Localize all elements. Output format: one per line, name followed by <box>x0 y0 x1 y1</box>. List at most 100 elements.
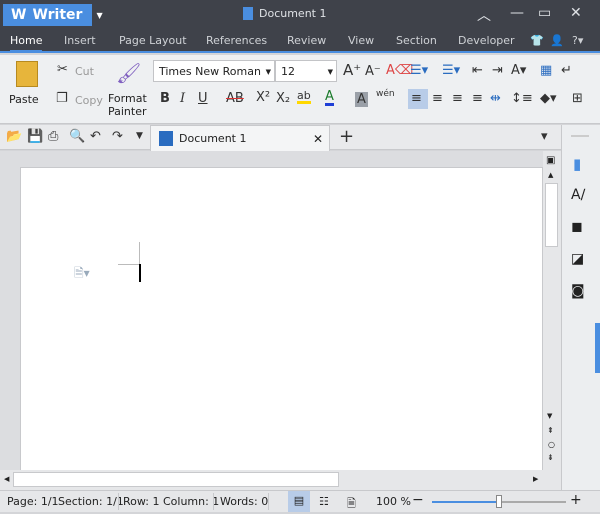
tab-view[interactable]: View <box>348 34 374 47</box>
print-icon[interactable]: ⎙ <box>48 130 58 143</box>
grip-handle[interactable] <box>571 135 589 137</box>
grow-font-icon[interactable]: A⁺ <box>343 63 361 78</box>
vertical-scrollbar[interactable]: ▣ ▲ ▼ ⇞ ○ ⇟ <box>543 151 561 471</box>
selection-icon[interactable]: ◪ <box>571 251 584 267</box>
tab-insert[interactable]: Insert <box>64 34 96 47</box>
align-center-icon[interactable]: ≡ <box>432 92 443 105</box>
zoom-level[interactable]: 100 % <box>376 495 411 508</box>
minimize-button[interactable]: — <box>510 5 524 21</box>
account-icon[interactable]: 👤 <box>550 34 564 47</box>
section-indicator[interactable]: Section: 1/1 <box>58 495 124 508</box>
tab-home[interactable]: Home <box>10 34 43 52</box>
tab-section[interactable]: Section <box>396 34 437 47</box>
customize-toolbar-icon[interactable]: ▼ <box>136 132 143 141</box>
cut-button[interactable]: Cut <box>75 65 94 78</box>
align-left-icon[interactable]: ≡ <box>408 89 428 109</box>
close-tab-icon[interactable]: ✕ <box>313 132 323 146</box>
justify-icon[interactable]: ≡ <box>472 92 483 105</box>
tab-review[interactable]: Review <box>287 34 326 47</box>
zoom-in-button[interactable]: + <box>570 492 582 508</box>
prev-page-icon[interactable]: ⇞ <box>547 426 554 435</box>
new-document-icon[interactable]: ▮ <box>573 155 581 173</box>
close-button[interactable]: ✕ <box>570 5 582 21</box>
char-shading-button[interactable]: A <box>355 92 368 107</box>
borders-icon[interactable]: ⊞ <box>572 92 583 105</box>
help-icon[interactable]: ?▾ <box>572 34 583 47</box>
document-page[interactable]: 🗎▾ <box>20 167 543 477</box>
highlight-icon[interactable]: ab <box>297 90 311 104</box>
scroll-right-icon[interactable]: ▶ <box>533 475 538 483</box>
shapes-icon[interactable]: ◼ <box>571 219 583 235</box>
tab-developer[interactable]: Developer <box>458 34 515 47</box>
italic-button[interactable]: I <box>180 92 185 105</box>
char-spacing-icon[interactable]: A▾ <box>511 64 526 77</box>
print-preview-icon[interactable]: 🔍 <box>69 130 85 143</box>
outline-view-icon[interactable]: ☷ <box>319 495 329 508</box>
phonetic-guide-button[interactable]: wén <box>376 90 395 99</box>
copy-icon[interactable]: ❐ <box>56 92 68 105</box>
increase-indent-icon[interactable]: ⇥ <box>492 64 503 77</box>
new-tab-button[interactable]: + <box>339 128 354 146</box>
undo-icon[interactable]: ↶ <box>90 130 101 143</box>
open-icon[interactable]: 📂 <box>6 130 22 143</box>
paste-button[interactable]: Paste <box>9 93 39 106</box>
zoom-slider-thumb[interactable] <box>496 495 502 508</box>
styles-icon[interactable]: A∕ <box>571 187 585 203</box>
document-title: Document 1 <box>259 7 327 20</box>
paste-icon[interactable] <box>16 61 38 87</box>
font-size-value: 12 <box>281 65 295 78</box>
font-size-select[interactable]: 12 ▼ <box>275 60 337 82</box>
next-page-icon[interactable]: ⇟ <box>547 453 554 462</box>
align-right-icon[interactable]: ≡ <box>452 92 463 105</box>
tab-list-icon[interactable]: ▾ <box>541 130 548 143</box>
paragraph-menu-icon[interactable]: 🗎▾ <box>74 264 90 285</box>
decrease-indent-icon[interactable]: ⇤ <box>472 64 483 77</box>
numbering-icon[interactable]: ☰▾ <box>442 64 460 77</box>
horizontal-scrollbar[interactable]: ◀ ▶ <box>0 470 561 490</box>
tab-references[interactable]: References <box>206 34 267 47</box>
word-count[interactable]: Words: 0 <box>220 495 268 508</box>
sidebar-expand-handle[interactable] <box>595 323 600 373</box>
skin-icon[interactable]: 👕 <box>530 34 544 47</box>
tab-page-layout[interactable]: Page Layout <box>119 34 187 47</box>
scroll-left-icon[interactable]: ◀ <box>4 475 9 483</box>
task-pane-sidebar: ▮ A∕ ◼ ◪ ◙ <box>561 125 600 490</box>
scroll-up-icon[interactable]: ▲ <box>548 171 553 179</box>
bold-button[interactable]: B <box>160 92 170 105</box>
format-painter-label-2[interactable]: Painter <box>108 105 147 118</box>
font-color-button[interactable]: A <box>325 90 334 106</box>
table-icon[interactable]: ▦ <box>540 64 552 77</box>
browse-object-icon[interactable]: ○ <box>548 440 555 449</box>
page-view-icon[interactable]: ▤ <box>288 491 310 512</box>
ruler-toggle-icon[interactable]: ▣ <box>546 155 555 166</box>
superscript-button[interactable]: X² <box>256 91 270 104</box>
maximize-button[interactable]: ▭ <box>538 5 551 21</box>
app-menu-button[interactable]: W Writer ▼ <box>3 4 103 26</box>
scroll-thumb[interactable] <box>13 472 339 487</box>
line-spacing-icon[interactable]: ↕≡ <box>511 92 533 105</box>
font-family-value: Times New Roman <box>159 65 261 78</box>
subscript-button[interactable]: X₂ <box>276 92 290 105</box>
document-tab[interactable]: Document 1 ✕ <box>150 125 330 151</box>
format-painter-label[interactable]: Format <box>108 92 147 105</box>
bullets-icon[interactable]: ☰▾ <box>410 64 428 77</box>
format-painter-icon[interactable]: 🖌 <box>116 63 141 83</box>
copy-button[interactable]: Copy <box>75 94 103 107</box>
underline-button[interactable]: U <box>198 92 208 105</box>
paragraph-mark-icon[interactable]: ↵ <box>561 64 572 77</box>
collapse-ribbon-icon[interactable]: ︿ <box>477 5 491 25</box>
backup-icon[interactable]: ◙ <box>571 283 585 299</box>
scroll-thumb[interactable] <box>545 183 558 247</box>
redo-icon[interactable]: ↷ <box>112 130 123 143</box>
scroll-down-icon[interactable]: ▼ <box>547 412 552 420</box>
shrink-font-icon[interactable]: A⁻ <box>365 65 381 78</box>
cut-icon[interactable]: ✂ <box>57 63 68 76</box>
distributed-icon[interactable]: ⇹ <box>490 92 501 105</box>
save-icon[interactable]: 💾 <box>27 130 43 143</box>
strikethrough-button[interactable]: AB <box>226 92 244 105</box>
zoom-out-button[interactable]: − <box>412 492 424 508</box>
shading-icon[interactable]: ◆▾ <box>540 92 557 105</box>
web-view-icon[interactable]: 🗎 <box>347 495 356 514</box>
page-indicator[interactable]: Page: 1/1 <box>7 495 59 508</box>
font-family-select[interactable]: Times New Roman ▼ <box>153 60 275 82</box>
